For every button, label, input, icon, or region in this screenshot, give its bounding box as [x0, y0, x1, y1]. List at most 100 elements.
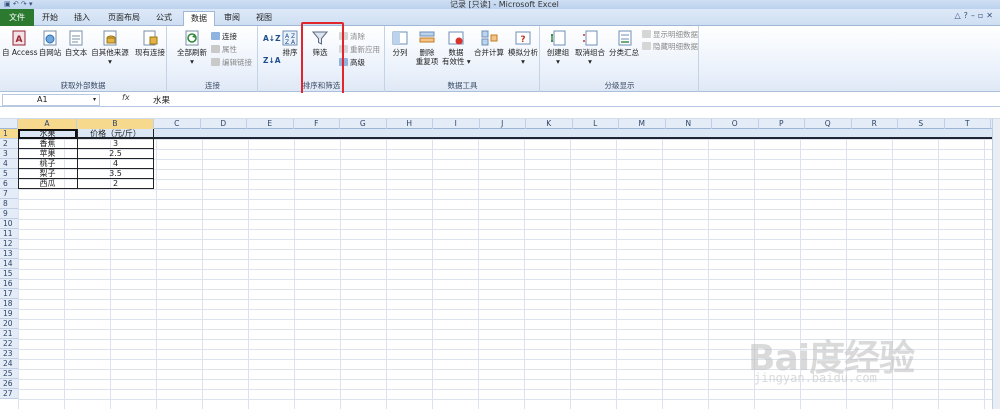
row-header[interactable]: 2: [0, 139, 18, 149]
group-button[interactable]: 创建组 ▾: [543, 29, 573, 66]
column-header[interactable]: A: [18, 119, 77, 129]
from-text-button[interactable]: 自文本: [63, 29, 89, 57]
chevron-down-icon[interactable]: ▾: [93, 95, 96, 105]
row-header[interactable]: 14: [0, 259, 18, 269]
fx-icon[interactable]: fx: [122, 93, 130, 102]
column-header[interactable]: G: [340, 119, 387, 129]
header-row-highlight: [18, 129, 1000, 139]
row-header[interactable]: 1: [0, 129, 18, 139]
svg-text:A: A: [16, 35, 23, 45]
column-header[interactable]: P: [759, 119, 805, 129]
row-header[interactable]: 18: [0, 299, 18, 309]
row-header[interactable]: 21: [0, 329, 18, 339]
column-header[interactable]: B: [77, 119, 154, 129]
formula-content[interactable]: 水果: [153, 94, 170, 106]
tab-view[interactable]: 视图: [250, 11, 278, 26]
row-header[interactable]: 4: [0, 159, 18, 169]
remove-duplicates-icon: [419, 31, 435, 43]
row-header[interactable]: 23: [0, 349, 18, 359]
refresh-all-button[interactable]: 全部刷新 ▾: [174, 29, 210, 66]
row-header[interactable]: 17: [0, 289, 18, 299]
hide-detail-icon: [642, 42, 651, 50]
properties-button[interactable]: 属性: [211, 45, 237, 54]
column-header[interactable]: E: [247, 119, 294, 129]
from-web-button[interactable]: 自网站: [38, 29, 62, 57]
sort-a-to-z-button[interactable]: A↓Z: [263, 34, 281, 43]
row-header[interactable]: 8: [0, 199, 18, 209]
row-header[interactable]: 10: [0, 219, 18, 229]
minimize-ribbon-icon[interactable]: △: [954, 11, 963, 20]
column-header[interactable]: K: [526, 119, 573, 129]
show-detail-button[interactable]: 显示明细数据: [642, 30, 698, 39]
data-validation-button[interactable]: 数据 有效性 ▾: [442, 29, 471, 66]
column-header[interactable]: N: [666, 119, 712, 129]
column-header[interactable]: H: [387, 119, 433, 129]
row-header[interactable]: 5: [0, 169, 18, 179]
hide-detail-button[interactable]: 隐藏明细数据: [642, 42, 698, 51]
row-header[interactable]: 27: [0, 389, 18, 399]
column-header[interactable]: O: [712, 119, 759, 129]
window-controls[interactable]: △?–▫✕: [954, 11, 996, 20]
what-if-icon: ?: [515, 31, 531, 45]
column-header[interactable]: L: [573, 119, 619, 129]
what-if-analysis-button[interactable]: ? 模拟分析 ▾: [506, 29, 540, 66]
column-header[interactable]: I: [433, 119, 480, 129]
row-header[interactable]: 9: [0, 209, 18, 219]
consolidate-button[interactable]: 合并计算: [472, 29, 506, 57]
row-header[interactable]: 12: [0, 239, 18, 249]
row-header[interactable]: 26: [0, 379, 18, 389]
column-header[interactable]: T: [945, 119, 991, 129]
ungroup-button[interactable]: 取消组合 ▾: [573, 29, 607, 66]
remove-duplicates-button[interactable]: 删除 重复项: [414, 29, 440, 66]
row-header[interactable]: 15: [0, 269, 18, 279]
tab-file[interactable]: 文件: [0, 9, 34, 26]
vertical-scrollbar[interactable]: [992, 119, 1000, 409]
help-icon[interactable]: ?: [964, 11, 971, 20]
tab-page-layout[interactable]: 页面布局: [102, 11, 146, 26]
refresh-icon: [185, 30, 199, 46]
minimize-icon[interactable]: –: [971, 11, 978, 20]
text-to-columns-button[interactable]: 分列: [388, 29, 412, 57]
tab-review[interactable]: 审阅: [218, 11, 246, 26]
group-label-external: 获取外部数据: [60, 81, 106, 90]
row-header[interactable]: 13: [0, 249, 18, 259]
row-header[interactable]: 24: [0, 359, 18, 369]
from-access-button[interactable]: A 自 Access: [2, 29, 38, 57]
tab-insert[interactable]: 插入: [68, 11, 96, 26]
row-header[interactable]: 6: [0, 179, 18, 189]
column-header[interactable]: Q: [805, 119, 852, 129]
column-header[interactable]: C: [154, 119, 201, 129]
row-header[interactable]: 19: [0, 309, 18, 319]
row-header[interactable]: 16: [0, 279, 18, 289]
tab-formulas[interactable]: 公式: [150, 11, 178, 26]
from-other-sources-button[interactable]: 自其他来源 ▾: [90, 29, 130, 66]
sort-button[interactable]: A ZZ A 排序: [279, 29, 301, 57]
column-header[interactable]: F: [294, 119, 340, 129]
row-header[interactable]: 25: [0, 369, 18, 379]
column-header[interactable]: R: [852, 119, 898, 129]
column-header[interactable]: M: [619, 119, 666, 129]
row-header[interactable]: 20: [0, 319, 18, 329]
name-box[interactable]: A1 ▾: [2, 94, 100, 106]
watermark-url: jingyan.baidu.com: [754, 371, 877, 385]
existing-connections-button[interactable]: 现有连接: [133, 29, 167, 57]
tab-home[interactable]: 开始: [36, 11, 64, 26]
close-icon[interactable]: ✕: [986, 11, 996, 20]
subtotal-button[interactable]: 分类汇总: [607, 29, 641, 57]
link-icon: [211, 58, 220, 66]
select-all-corner[interactable]: [0, 119, 18, 129]
row-header[interactable]: 7: [0, 189, 18, 199]
column-header[interactable]: S: [898, 119, 945, 129]
column-header[interactable]: D: [201, 119, 247, 129]
connections-button[interactable]: 连接: [211, 32, 237, 41]
quick-access-toolbar[interactable]: ▣ ↶ ↷ ▾: [4, 0, 33, 8]
row-header[interactable]: 11: [0, 229, 18, 239]
row-header[interactable]: 22: [0, 339, 18, 349]
reapply-button[interactable]: 重新应用: [339, 45, 380, 54]
edit-links-button[interactable]: 编辑链接: [211, 58, 252, 67]
column-header[interactable]: J: [480, 119, 526, 129]
table-border: [18, 168, 154, 169]
row-header[interactable]: 3: [0, 149, 18, 159]
tab-data[interactable]: 数据: [183, 11, 215, 27]
sort-z-to-a-button[interactable]: Z↓A: [263, 56, 281, 65]
